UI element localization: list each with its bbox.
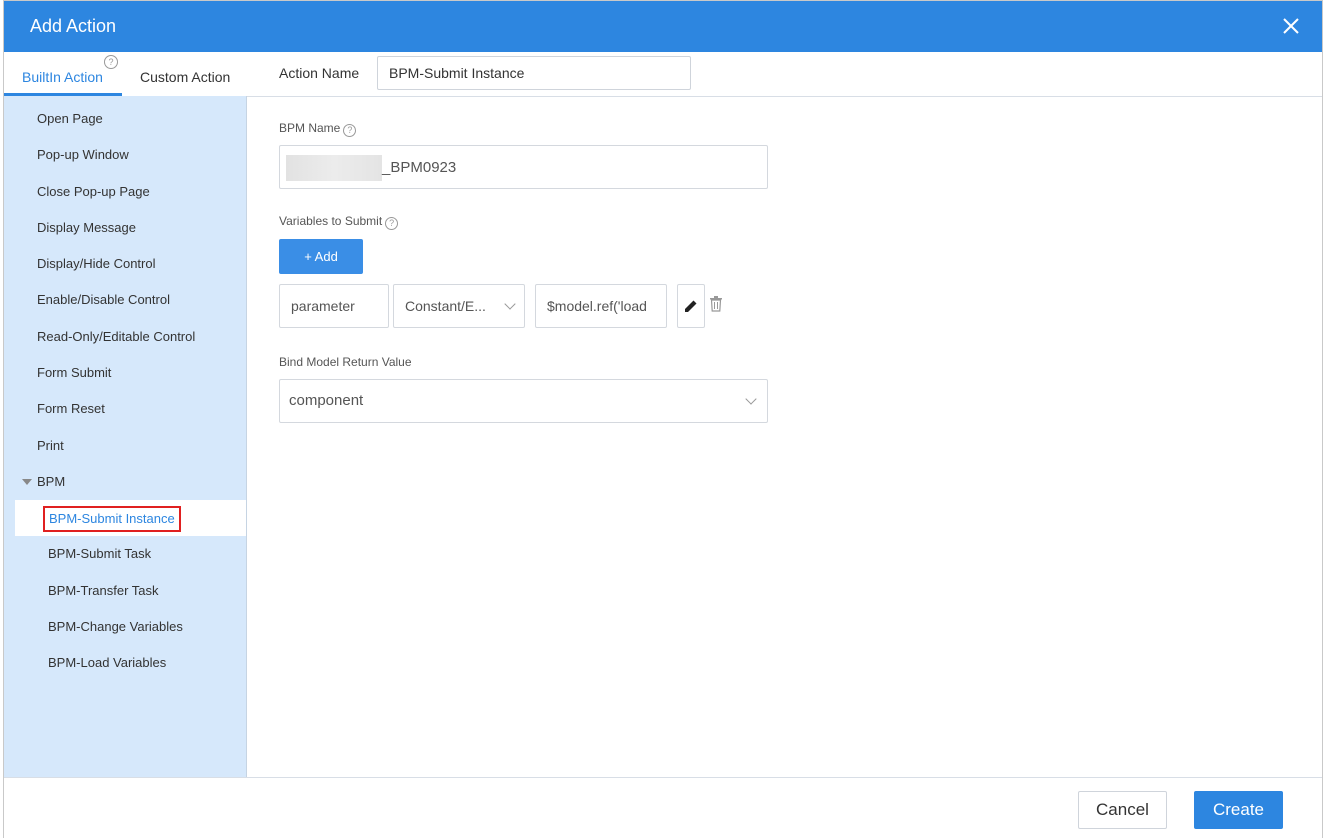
bpm-name-label-text: BPM Name: [279, 121, 341, 135]
dialog-header: Add Action: [4, 1, 1322, 52]
chevron-down-icon: [745, 393, 757, 405]
help-icon[interactable]: ?: [343, 124, 357, 137]
sidebar-item-popup-window[interactable]: Pop-up Window: [4, 137, 246, 173]
sidebar-item-bpm-transfer-task[interactable]: BPM-Transfer Task: [4, 573, 246, 609]
sidebar-item-display-message[interactable]: Display Message: [4, 210, 246, 246]
sidebar-item-bpm-submit-task[interactable]: BPM-Submit Task: [4, 536, 246, 572]
sidebar-item-label: BPM-Submit Instance: [43, 506, 181, 532]
variable-param-input[interactable]: parameter: [279, 284, 389, 328]
sidebar-item-readonly-editable-control[interactable]: Read-Only/Editable Control: [4, 319, 246, 355]
variables-label: Variables to Submit?: [279, 214, 399, 230]
sidebar-item-label: Form Submit: [37, 365, 112, 380]
return-value-select[interactable]: component: [279, 379, 768, 423]
sidebar-item-label: Read-Only/Editable Control: [37, 329, 196, 344]
sidebar-item-label: Display Message: [37, 220, 136, 235]
caret-down-icon[interactable]: [22, 479, 32, 485]
variable-type-value: Constant/E...: [405, 298, 486, 314]
redacted-text: [286, 155, 382, 181]
chevron-down-icon: [504, 298, 516, 310]
sidebar-item-label: BPM-Load Variables: [48, 655, 167, 670]
sidebar-item-close-popup[interactable]: Close Pop-up Page: [4, 174, 246, 210]
sidebar-item-label: Display/Hide Control: [37, 256, 156, 271]
sidebar-item-label: Pop-up Window: [37, 147, 129, 162]
create-button[interactable]: Create: [1194, 791, 1283, 829]
bpm-name-label: BPM Name?: [279, 121, 357, 137]
variables-label-text: Variables to Submit: [279, 214, 383, 228]
action-sidebar: Open Page Pop-up Window Close Pop-up Pag…: [4, 96, 247, 777]
action-type-tabs: BuiltIn Action ? Custom Action: [4, 52, 246, 97]
action-name-input[interactable]: [377, 56, 691, 90]
sidebar-item-bpm-submit-instance[interactable]: BPM-Submit Instance: [15, 500, 246, 536]
sidebar-item-label: Print: [37, 438, 64, 453]
help-icon[interactable]: ?: [104, 55, 118, 69]
tab-custom-action[interactable]: Custom Action: [140, 69, 230, 85]
sidebar-item-label: Close Pop-up Page: [37, 184, 150, 199]
return-value-selected: component: [289, 392, 364, 409]
variable-value-input[interactable]: $model.ref('load: [535, 284, 667, 328]
sidebar-item-label: BPM-Change Variables: [48, 619, 183, 634]
tab-builtin-action[interactable]: BuiltIn Action: [22, 69, 103, 85]
sidebar-item-form-reset[interactable]: Form Reset: [4, 391, 246, 427]
sidebar-item-bpm-load-variables[interactable]: BPM-Load Variables: [4, 645, 246, 681]
add-variable-button[interactable]: + Add: [279, 239, 363, 274]
sidebar-item-form-submit[interactable]: Form Submit: [4, 355, 246, 391]
dialog-title: Add Action: [30, 16, 117, 36]
action-config-panel: BPM Name? _BPM0923 Variables to Submit? …: [247, 97, 1322, 777]
variable-type-select[interactable]: Constant/E...: [393, 284, 525, 328]
sidebar-item-open-page[interactable]: Open Page: [4, 101, 246, 137]
cancel-button[interactable]: Cancel: [1078, 791, 1167, 829]
sidebar-item-label: Form Reset: [37, 401, 105, 416]
return-value-label: Bind Model Return Value: [279, 355, 412, 369]
sidebar-item-enable-disable-control[interactable]: Enable/Disable Control: [4, 282, 246, 318]
close-icon[interactable]: [1278, 13, 1304, 39]
action-name-row: Action Name: [247, 52, 1322, 97]
add-action-dialog: Add Action BuiltIn Action ? Custom Actio…: [3, 0, 1323, 840]
action-name-label: Action Name: [279, 65, 360, 81]
trash-icon[interactable]: [709, 296, 723, 312]
sidebar-item-label: BPM-Transfer Task: [48, 583, 159, 598]
pencil-icon: [685, 300, 697, 312]
help-icon[interactable]: ?: [385, 217, 399, 230]
bpm-name-field[interactable]: _BPM0923: [279, 145, 768, 189]
sidebar-item-label: Open Page: [37, 111, 103, 126]
bpm-name-value: _BPM0923: [382, 159, 457, 176]
edit-variable-button[interactable]: [677, 284, 705, 328]
sidebar-item-label: BPM: [37, 474, 66, 489]
dialog-footer: Cancel Create: [4, 777, 1322, 840]
sidebar-item-bpm-change-variables[interactable]: BPM-Change Variables: [4, 609, 246, 645]
sidebar-item-display-hide-control[interactable]: Display/Hide Control: [4, 246, 246, 282]
sidebar-item-print[interactable]: Print: [4, 428, 246, 464]
sidebar-item-label: Enable/Disable Control: [37, 292, 170, 307]
sidebar-item-label: BPM-Submit Task: [48, 546, 152, 561]
sidebar-group-bpm[interactable]: BPM: [4, 464, 246, 500]
